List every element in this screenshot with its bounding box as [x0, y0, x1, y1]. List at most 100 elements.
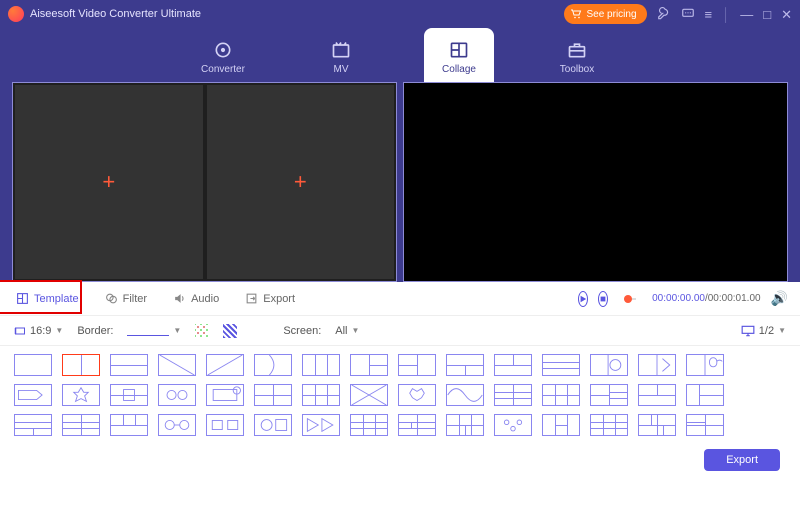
template-thumb[interactable]	[398, 414, 436, 436]
timecode: 00:00:00.00/00:00:01.00	[652, 293, 760, 304]
tab-export[interactable]: Export	[241, 289, 299, 308]
template-thumb[interactable]	[638, 414, 676, 436]
template-thumb[interactable]	[254, 354, 292, 376]
minimize-button[interactable]: —	[740, 8, 753, 21]
stop-button[interactable]	[598, 291, 608, 307]
collage-slot-1[interactable]: +	[15, 85, 203, 279]
sub-tabs: Template Filter Audio Export 00:00:00.00…	[0, 282, 800, 316]
template-thumb[interactable]	[302, 414, 340, 436]
register-key-icon[interactable]	[657, 7, 671, 21]
divider: │	[722, 8, 730, 21]
timeline-scrubber[interactable]	[624, 298, 636, 300]
template-thumb[interactable]	[590, 354, 628, 376]
template-thumb[interactable]	[110, 354, 148, 376]
template-thumb[interactable]	[686, 384, 724, 406]
template-thumb[interactable]	[494, 414, 532, 436]
play-button[interactable]	[578, 291, 588, 307]
template-thumb[interactable]	[398, 384, 436, 406]
tab-template[interactable]: Template	[12, 289, 83, 308]
template-thumb[interactable]	[158, 414, 196, 436]
border-style-select[interactable]: ▼	[127, 326, 181, 336]
title-actions: ≡ │ — □ ✕	[657, 7, 792, 21]
border-color-picker[interactable]	[195, 324, 209, 338]
close-button[interactable]: ✕	[781, 8, 792, 21]
template-thumb[interactable]	[446, 414, 484, 436]
tab-filter[interactable]: Filter	[101, 289, 151, 308]
template-thumb[interactable]	[494, 384, 532, 406]
template-thumb[interactable]	[446, 354, 484, 376]
template-thumb[interactable]	[686, 354, 724, 376]
add-media-icon: +	[294, 169, 307, 195]
template-thumb[interactable]	[254, 414, 292, 436]
app-title: Aiseesoft Video Converter Ultimate	[30, 8, 201, 20]
cart-icon	[570, 9, 582, 19]
nav-toolbox[interactable]: Toolbox	[542, 28, 612, 82]
template-thumb[interactable]	[14, 414, 52, 436]
template-thumb[interactable]	[110, 384, 148, 406]
template-thumb[interactable]	[254, 384, 292, 406]
mv-icon	[331, 40, 351, 60]
screen-select[interactable]: All ▼	[335, 325, 359, 337]
feedback-icon[interactable]	[681, 7, 695, 21]
template-thumb[interactable]	[62, 384, 100, 406]
toolbox-icon	[567, 40, 587, 60]
template-thumb[interactable]	[590, 414, 628, 436]
menu-icon[interactable]: ≡	[705, 8, 713, 21]
export-button[interactable]: Export	[704, 449, 780, 471]
volume-button[interactable]: 🔊	[771, 290, 788, 307]
template-thumb[interactable]	[206, 384, 244, 406]
template-thumb[interactable]	[62, 414, 100, 436]
border-pattern-picker[interactable]	[223, 324, 237, 338]
template-thumb[interactable]	[350, 384, 388, 406]
template-thumb[interactable]	[350, 414, 388, 436]
tab-audio[interactable]: Audio	[169, 289, 223, 308]
tab-audio-label: Audio	[191, 293, 219, 305]
template-thumb[interactable]	[62, 354, 100, 376]
border-label: Border:	[77, 325, 113, 337]
aspect-ratio-value: 16:9	[30, 325, 51, 337]
template-thumb[interactable]	[638, 384, 676, 406]
page-select[interactable]: 1/2 ▼	[741, 325, 786, 337]
template-thumb[interactable]	[638, 354, 676, 376]
nav-mv-label: MV	[334, 64, 349, 75]
nav-collage-label: Collage	[442, 64, 476, 75]
time-current: 00:00:00.00	[652, 293, 705, 304]
nav-mv[interactable]: MV	[306, 28, 376, 82]
nav-collage[interactable]: Collage	[424, 28, 494, 82]
template-thumb[interactable]	[398, 354, 436, 376]
template-thumb[interactable]	[14, 354, 52, 376]
template-thumb[interactable]	[206, 414, 244, 436]
template-thumb[interactable]	[686, 414, 724, 436]
template-thumb[interactable]	[542, 414, 580, 436]
template-thumb[interactable]	[542, 384, 580, 406]
template-thumb[interactable]	[446, 384, 484, 406]
screen-value: All	[335, 325, 347, 337]
nav-converter[interactable]: Converter	[188, 28, 258, 82]
collage-slot-2[interactable]: +	[207, 85, 395, 279]
template-options: 16:9 ▼ Border: ▼ Screen: All ▼ 1/2 ▼	[0, 316, 800, 346]
preview-pane-2	[598, 85, 786, 279]
nav-converter-label: Converter	[201, 64, 245, 75]
template-thumb[interactable]	[302, 384, 340, 406]
audio-icon	[173, 292, 186, 305]
template-thumb[interactable]	[206, 354, 244, 376]
template-thumb[interactable]	[494, 354, 532, 376]
collage-stage: + +	[0, 82, 800, 282]
template-thumb[interactable]	[302, 354, 340, 376]
maximize-button[interactable]: □	[763, 8, 771, 21]
monitor-icon	[741, 325, 755, 337]
template-thumb[interactable]	[158, 384, 196, 406]
see-pricing-button[interactable]: See pricing	[564, 4, 646, 24]
app-logo-icon	[8, 6, 24, 22]
aspect-ratio-select[interactable]: 16:9 ▼	[14, 325, 63, 337]
template-thumb[interactable]	[590, 384, 628, 406]
template-thumb[interactable]	[350, 354, 388, 376]
template-thumb[interactable]	[14, 384, 52, 406]
template-thumb[interactable]	[110, 414, 148, 436]
main-nav: Converter MV Collage Toolbox	[0, 28, 800, 82]
template-icon	[16, 292, 29, 305]
template-thumb[interactable]	[158, 354, 196, 376]
template-thumb[interactable]	[542, 354, 580, 376]
ratio-icon	[14, 325, 26, 337]
nav-toolbox-label: Toolbox	[560, 64, 594, 75]
